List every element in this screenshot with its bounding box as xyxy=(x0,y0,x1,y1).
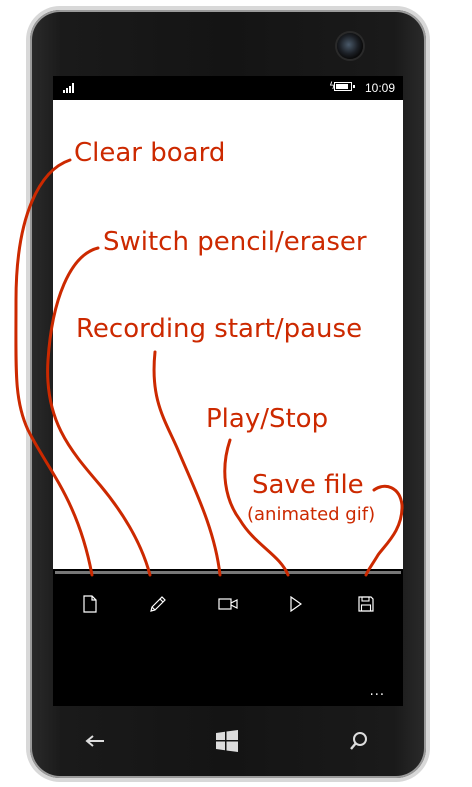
navigation-bar xyxy=(53,715,403,767)
save-button[interactable] xyxy=(351,589,381,619)
app-bar xyxy=(53,581,403,629)
front-camera xyxy=(337,33,363,59)
record-button[interactable] xyxy=(213,589,243,619)
back-button[interactable] xyxy=(81,727,109,755)
status-bar: ϟ 10:09 xyxy=(53,76,403,100)
video-camera-icon xyxy=(218,598,238,610)
signal-bars-icon xyxy=(63,83,77,93)
more-options-button[interactable]: ... xyxy=(370,684,385,699)
search-button[interactable] xyxy=(345,727,373,755)
board-divider xyxy=(55,571,401,574)
start-button[interactable] xyxy=(213,727,241,755)
annotation-save-file-sub: (animated gif) xyxy=(247,504,376,525)
annotation-save-file: Save file xyxy=(252,470,364,500)
annotation-play-stop: Play/Stop xyxy=(206,404,329,434)
play-icon xyxy=(290,596,302,612)
battery-charging-icon xyxy=(334,82,355,91)
search-icon xyxy=(350,732,367,750)
phone-screen: ϟ 10:09 ... xyxy=(53,76,403,706)
new-document-button[interactable] xyxy=(75,589,105,619)
play-button[interactable] xyxy=(281,589,311,619)
floppy-disk-icon xyxy=(358,596,374,612)
annotation-switch-pencil: Switch pencil/eraser xyxy=(103,227,367,257)
status-time: 10:09 xyxy=(365,81,396,95)
annotation-recording: Recording start/pause xyxy=(76,314,363,344)
pencil-eraser-button[interactable] xyxy=(143,589,173,619)
document-icon xyxy=(83,595,97,613)
pencil-icon xyxy=(150,596,166,612)
windows-logo-icon xyxy=(216,730,238,752)
back-arrow-icon xyxy=(85,735,104,747)
annotation-clear-board: Clear board xyxy=(74,138,226,168)
